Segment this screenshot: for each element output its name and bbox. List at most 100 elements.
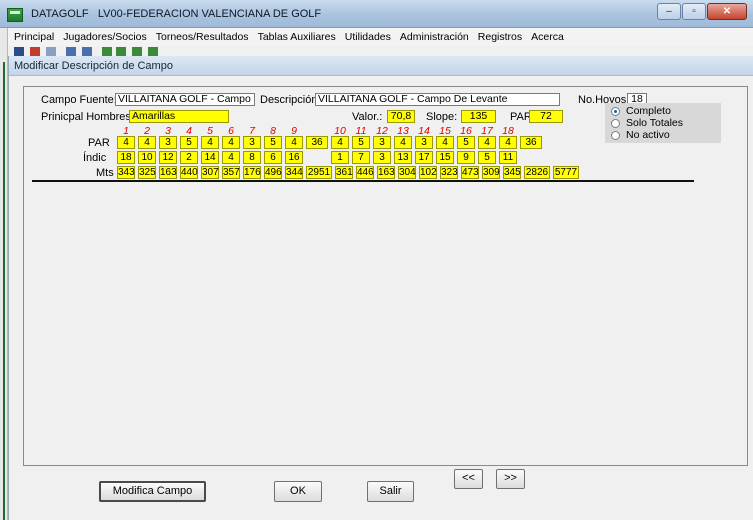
menu-tablas[interactable]: Tablas Auxiliares: [258, 31, 336, 43]
indic-cell[interactable]: 10: [138, 151, 156, 164]
par-cell[interactable]: 36: [306, 136, 328, 149]
radio-completo[interactable]: Completo: [611, 105, 671, 117]
tool-icon-5[interactable]: [82, 47, 92, 56]
tool-icon-2[interactable]: [30, 47, 40, 56]
par-cell[interactable]: 3: [415, 136, 433, 149]
mts-cell[interactable]: 344: [285, 166, 303, 179]
radio-no-activo[interactable]: No activo: [611, 129, 670, 141]
indic-cell[interactable]: 6: [264, 151, 282, 164]
tool-icon-1[interactable]: [14, 47, 24, 56]
par-cell[interactable]: 5: [264, 136, 282, 149]
mts-cell[interactable]: 304: [398, 166, 416, 179]
menu-registros[interactable]: Registros: [478, 31, 522, 43]
mts-cell[interactable]: 361: [335, 166, 353, 179]
par-cell[interactable]: 5: [180, 136, 198, 149]
indic-cell[interactable]: 11: [499, 151, 517, 164]
radio-dot-solo-totales: [611, 118, 620, 128]
indic-cell[interactable]: 17: [415, 151, 433, 164]
par-input[interactable]: 72: [529, 110, 563, 123]
par-cell[interactable]: 4: [331, 136, 349, 149]
mts-cell[interactable]: 357: [222, 166, 240, 179]
tool-icon-8[interactable]: [132, 47, 142, 56]
par-cell[interactable]: 4: [117, 136, 135, 149]
descripcion-input[interactable]: VILLAITANA GOLF - Campo De Levante: [315, 93, 560, 106]
tool-icon-6[interactable]: [102, 47, 112, 56]
slope-input[interactable]: 135: [461, 110, 496, 123]
indic-cell[interactable]: 5: [478, 151, 496, 164]
par-cell[interactable]: 3: [159, 136, 177, 149]
close-button[interactable]: ✕: [707, 3, 747, 20]
ok-button[interactable]: OK: [274, 481, 322, 502]
menu-utilidades[interactable]: Utilidades: [345, 31, 391, 43]
par-cell[interactable]: 4: [478, 136, 496, 149]
radio-solo-totales[interactable]: Solo Totales: [611, 117, 683, 129]
par-cell[interactable]: 5: [457, 136, 475, 149]
indic-cell[interactable]: 16: [285, 151, 303, 164]
title-app: DATAGOLF: [31, 8, 89, 20]
par-cell[interactable]: 4: [201, 136, 219, 149]
indic-cell[interactable]: 8: [243, 151, 261, 164]
menu-administracion[interactable]: Administración: [400, 31, 469, 43]
par-cell[interactable]: 4: [499, 136, 517, 149]
minimize-button[interactable]: –: [657, 3, 681, 20]
mts-cell[interactable]: 473: [461, 166, 479, 179]
maximize-button[interactable]: ▫: [682, 3, 706, 20]
valor-input[interactable]: 70,8: [387, 110, 415, 123]
par-cell[interactable]: 4: [436, 136, 454, 149]
mts-cell[interactable]: 2826: [524, 166, 550, 179]
par-cell[interactable]: 36: [520, 136, 542, 149]
prev-button[interactable]: <<: [454, 469, 483, 489]
modifica-campo-label: Modifica Campo: [112, 485, 193, 497]
tool-icon-9[interactable]: [148, 47, 158, 56]
tool-icon-3[interactable]: [46, 47, 56, 56]
par-cell[interactable]: 4: [138, 136, 156, 149]
mts-cell[interactable]: 345: [503, 166, 521, 179]
indic-cell[interactable]: 13: [394, 151, 412, 164]
next-button[interactable]: >>: [496, 469, 525, 489]
mts-cell[interactable]: 163: [377, 166, 395, 179]
indic-cell[interactable]: 18: [117, 151, 135, 164]
mts-cell[interactable]: 440: [180, 166, 198, 179]
par-cell[interactable]: 4: [394, 136, 412, 149]
prinicpal-hombres-input[interactable]: Amarillas: [129, 110, 229, 123]
mts-cell[interactable]: 163: [159, 166, 177, 179]
mts-cell[interactable]: 307: [201, 166, 219, 179]
mts-cell[interactable]: 176: [243, 166, 261, 179]
menu-jugadores[interactable]: Jugadores/Socios: [63, 31, 146, 43]
par-cell[interactable]: 3: [243, 136, 261, 149]
menu-torneos[interactable]: Torneos/Resultados: [156, 31, 249, 43]
tool-icon-7[interactable]: [116, 47, 126, 56]
mts-cell[interactable]: 309: [482, 166, 500, 179]
mts-cell[interactable]: 496: [264, 166, 282, 179]
mts-cell[interactable]: 5777: [553, 166, 579, 179]
indic-cell[interactable]: 12: [159, 151, 177, 164]
par-cell[interactable]: 5: [352, 136, 370, 149]
indic-cell[interactable]: 14: [201, 151, 219, 164]
par-cell[interactable]: 4: [222, 136, 240, 149]
menu-principal[interactable]: Principal: [14, 31, 54, 43]
indic-cell[interactable]: 9: [457, 151, 475, 164]
tool-icon-4[interactable]: [66, 47, 76, 56]
par-cell[interactable]: 3: [373, 136, 391, 149]
radio-no-activo-label: No activo: [626, 129, 670, 141]
par-cell[interactable]: 4: [285, 136, 303, 149]
radio-solo-totales-label: Solo Totales: [626, 117, 684, 129]
menu-acerca[interactable]: Acerca: [531, 31, 564, 43]
indic-cell[interactable]: 3: [373, 151, 391, 164]
campo-fuente-input[interactable]: VILLAITANA GOLF - Campo De Levante: [115, 93, 255, 106]
indic-cell[interactable]: 2: [180, 151, 198, 164]
mts-row: 343 325 163 440 307 357 176 496 344 2951 361 446 163…: [117, 166, 582, 179]
indic-cell[interactable]: 1: [331, 151, 349, 164]
indic-cell[interactable]: 7: [352, 151, 370, 164]
mts-cell[interactable]: 102: [419, 166, 437, 179]
modifica-campo-button[interactable]: Modifica Campo: [99, 481, 206, 502]
mts-cell[interactable]: 2951: [306, 166, 332, 179]
indic-cell[interactable]: 15: [436, 151, 454, 164]
mts-cell[interactable]: 325: [138, 166, 156, 179]
mts-cell[interactable]: 323: [440, 166, 458, 179]
mts-cell[interactable]: 446: [356, 166, 374, 179]
valor-label: Valor.:: [352, 111, 383, 123]
mts-cell[interactable]: 343: [117, 166, 135, 179]
indic-cell[interactable]: 4: [222, 151, 240, 164]
salir-button[interactable]: Salir: [367, 481, 414, 502]
